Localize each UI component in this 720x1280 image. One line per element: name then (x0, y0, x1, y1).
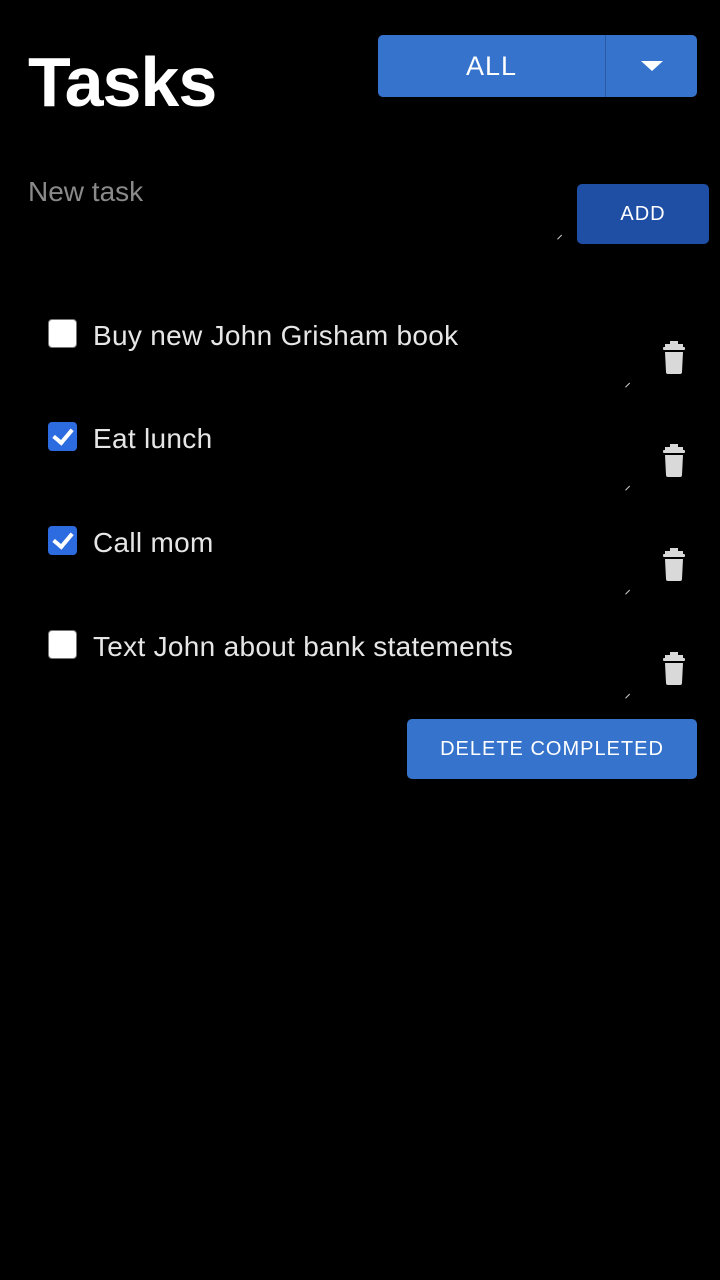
resize-handle-icon[interactable] (620, 585, 631, 595)
task-item: Buy new John Grisham book (0, 319, 720, 419)
resize-handle-icon[interactable] (620, 689, 631, 699)
task-checkbox[interactable] (48, 422, 77, 451)
checkmark-icon (52, 527, 74, 550)
filter-selected-value[interactable]: ALL (378, 35, 606, 97)
checkmark-icon (52, 423, 74, 446)
task-item: Text John about bank statements (0, 630, 720, 730)
resize-handle-icon[interactable] (620, 378, 631, 388)
task-label: Buy new John Grisham book (93, 320, 459, 351)
trash-icon[interactable] (662, 652, 686, 685)
new-task-field[interactable]: New task (28, 176, 563, 246)
task-checkbox[interactable] (48, 319, 77, 348)
delete-completed-button[interactable]: DELETE COMPLETED (407, 719, 697, 779)
page-title: Tasks (28, 43, 217, 121)
add-task-button[interactable]: ADD (577, 184, 709, 244)
task-label: Text John about bank statements (93, 631, 514, 662)
trash-icon[interactable] (662, 341, 686, 374)
task-item: Call mom (0, 526, 720, 626)
filter-toggle-button[interactable] (606, 35, 697, 97)
trash-icon[interactable] (662, 548, 686, 581)
new-task-placeholder: New task (28, 176, 144, 207)
filter-dropdown[interactable]: ALL (378, 35, 697, 97)
task-label: Call mom (93, 527, 214, 558)
resize-handle-icon[interactable] (620, 481, 631, 491)
task-label: Eat lunch (93, 423, 213, 454)
task-checkbox[interactable] (48, 526, 77, 555)
task-item: Eat lunch (0, 422, 720, 522)
chevron-down-icon (640, 61, 663, 71)
resize-handle-icon[interactable] (552, 230, 563, 240)
trash-icon[interactable] (662, 444, 686, 477)
task-checkbox[interactable] (48, 630, 77, 659)
